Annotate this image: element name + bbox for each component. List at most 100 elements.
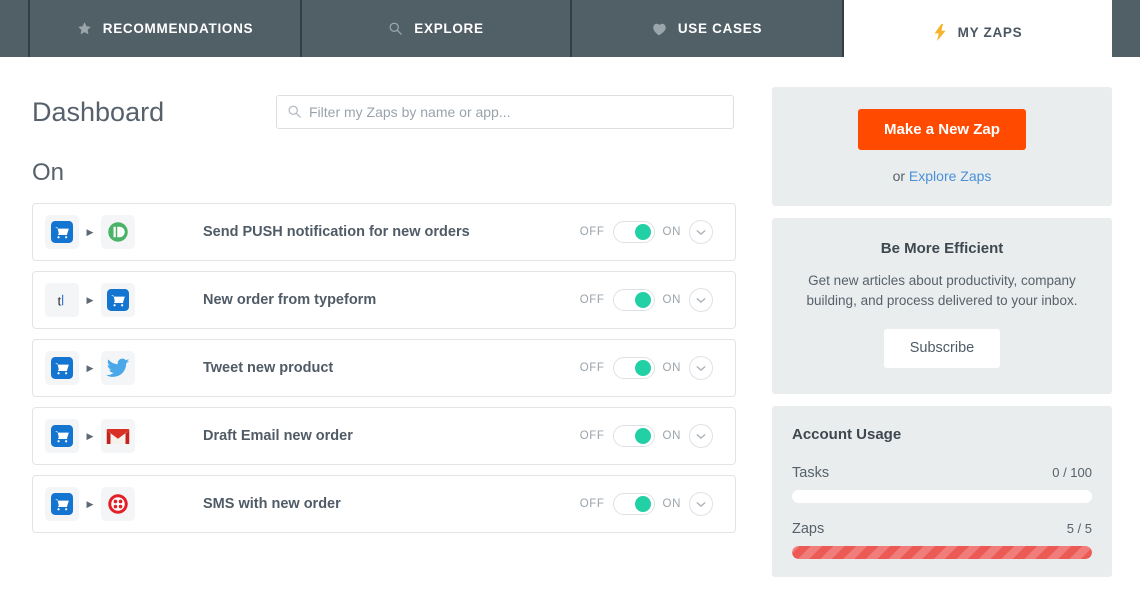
zap-apps: ▶ <box>45 419 155 453</box>
dashboard-header: Dashboard <box>32 65 736 137</box>
star-icon <box>77 21 92 36</box>
zap-name: New order from typeform <box>203 292 377 308</box>
tab-explore[interactable]: EXPLORE <box>302 0 572 57</box>
zap-row[interactable]: ▶ Tweet new product OFF ON <box>32 339 736 397</box>
pushbullet-icon <box>101 215 135 249</box>
zap-name: Send PUSH notification for new orders <box>203 224 470 240</box>
tab-list: RECOMMENDATIONS EXPLORE USE CASES MY ZAP… <box>0 0 1140 65</box>
usage-value: 0 / 100 <box>1052 464 1092 480</box>
svg-text:t: t <box>58 293 62 309</box>
zap-row[interactable]: ▶ SMS with new order OFF ON <box>32 475 736 533</box>
chevron-down-icon[interactable] <box>689 492 713 516</box>
zap-apps: ▶ <box>45 487 155 521</box>
zap-toggle[interactable] <box>612 289 655 311</box>
subscribe-button[interactable]: Subscribe <box>883 329 1001 368</box>
usage-progress-fill <box>792 545 1092 559</box>
usage-label: Zaps <box>792 520 825 537</box>
lightning-bolt-icon <box>934 24 947 41</box>
arrow-right-icon: ▶ <box>86 362 94 373</box>
zap-filter-search <box>276 95 734 129</box>
card-title: Account Usage <box>792 425 902 443</box>
usage-value: 5 / 5 <box>1066 520 1092 536</box>
zap-toggle-group: OFF ON <box>580 424 723 448</box>
zap-list: ▶ Send PUSH notification for new orders … <box>32 203 736 533</box>
explore-zaps-line: or Explore Zaps <box>772 168 1112 184</box>
tab-recommendations[interactable]: RECOMMENDATIONS <box>28 0 302 57</box>
zap-toggle[interactable] <box>612 357 655 379</box>
heart-icon <box>652 22 667 36</box>
chevron-down-icon[interactable] <box>689 424 713 448</box>
toggle-knob <box>634 224 651 240</box>
card-body-text: Get new articles about productivity, com… <box>806 273 1078 308</box>
toggle-on-label: ON <box>662 362 681 374</box>
usage-header: Zaps 5 / 5 <box>792 521 1092 537</box>
zap-toggle[interactable] <box>612 493 655 515</box>
zap-toggle-group: OFF ON <box>580 356 723 380</box>
toggle-off-label: OFF <box>579 226 605 238</box>
tab-use-cases[interactable]: USE CASES <box>572 0 844 57</box>
arrow-right-icon: ▶ <box>86 294 94 305</box>
toggle-off-label: OFF <box>579 498 605 510</box>
zap-row[interactable]: ▶ Send PUSH notification for new orders … <box>32 203 736 261</box>
chevron-down-icon[interactable] <box>689 356 713 380</box>
search-icon <box>388 21 403 36</box>
tab-label: EXPLORE <box>414 21 484 36</box>
section-title-on: On <box>32 159 65 186</box>
usage-progress-bar <box>792 545 1092 559</box>
explore-zaps-link[interactable]: Explore Zaps <box>909 168 991 184</box>
zap-toggle[interactable] <box>612 221 655 243</box>
toggle-knob <box>634 496 651 512</box>
zap-name: Tweet new product <box>203 360 334 376</box>
zap-toggle[interactable] <box>612 425 655 447</box>
toggle-on-label: ON <box>662 430 681 442</box>
zap-toggle-group: OFF ON <box>580 492 723 516</box>
zap-apps: ▶ <box>45 351 155 385</box>
zap-apps: ▶ <box>45 215 155 249</box>
chevron-down-icon[interactable] <box>689 288 713 312</box>
typeform-icon: t <box>45 283 79 317</box>
tab-label: MY ZAPS <box>957 25 1023 40</box>
tab-my-zaps[interactable]: MY ZAPS <box>844 0 1112 65</box>
tab-label: USE CASES <box>677 21 763 36</box>
zap-toggle-group: OFF ON <box>580 220 723 244</box>
shopping-cart-icon <box>45 487 79 521</box>
or-text: or <box>892 168 909 184</box>
arrow-right-icon: ▶ <box>86 430 94 441</box>
shopping-cart-icon <box>45 419 79 453</box>
page-title: Dashboard <box>32 97 165 127</box>
toggle-off-label: OFF <box>579 430 605 442</box>
be-more-efficient-card: Be More Efficient Get new articles about… <box>772 218 1112 394</box>
sidebar: Make a New Zap or Explore Zaps Be More E… <box>772 65 1112 589</box>
page-body: Dashboard On ▶ <box>0 65 1140 597</box>
search-input[interactable] <box>276 95 734 129</box>
card-title: Be More Efficient <box>880 240 1004 257</box>
arrow-right-icon: ▶ <box>86 226 94 237</box>
top-tab-bar: RECOMMENDATIONS EXPLORE USE CASES MY ZAP… <box>0 0 1140 65</box>
main-column: Dashboard On ▶ <box>32 65 736 543</box>
chevron-down-icon[interactable] <box>689 220 713 244</box>
twilio-icon <box>101 487 135 521</box>
arrow-right-icon: ▶ <box>86 498 94 509</box>
zap-name: Draft Email new order <box>203 428 353 444</box>
usage-item-zaps: Zaps 5 / 5 <box>792 521 1092 559</box>
zap-row[interactable]: t ▶ New order from typeform OFF ON <box>32 271 736 329</box>
usage-label: Tasks <box>792 464 830 481</box>
usage-item-tasks: Tasks 0 / 100 <box>792 465 1092 503</box>
zap-row[interactable]: ▶ Draft Email new order OFF ON <box>32 407 736 465</box>
shopping-cart-icon <box>101 283 135 317</box>
make-new-zap-card: Make a New Zap or Explore Zaps <box>772 87 1112 206</box>
toggle-on-label: ON <box>662 498 681 510</box>
toggle-off-label: OFF <box>579 362 605 374</box>
toggle-knob <box>634 360 651 376</box>
shopping-cart-icon <box>45 215 79 249</box>
toggle-knob <box>634 292 651 308</box>
tab-label: RECOMMENDATIONS <box>102 21 254 36</box>
toggle-on-label: ON <box>662 226 681 238</box>
usage-progress-bar <box>792 489 1092 503</box>
zap-toggle-group: OFF ON <box>580 288 723 312</box>
make-a-new-zap-button[interactable]: Make a New Zap <box>858 109 1026 150</box>
gmail-icon <box>101 419 135 453</box>
twitter-icon <box>101 351 135 385</box>
shopping-cart-icon <box>45 351 79 385</box>
usage-header: Tasks 0 / 100 <box>792 465 1092 481</box>
